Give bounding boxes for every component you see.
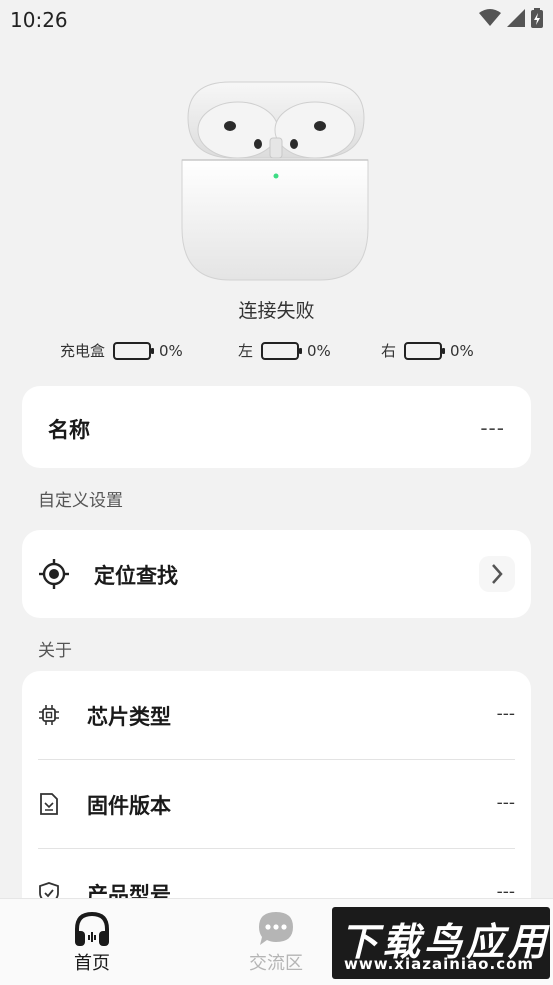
about-section-title: 关于 [38, 641, 72, 661]
custom-settings-section-title: 自定义设置 [38, 491, 123, 511]
battery-charging-icon [531, 8, 543, 28]
name-card[interactable]: 名称 --- [22, 386, 531, 468]
status-icons [479, 8, 543, 28]
locate-find-label: 定位查找 [94, 564, 178, 588]
nav-tab-community[interactable]: 交流区 [216, 899, 336, 985]
battery-left-label: 左 [238, 342, 254, 360]
connection-status: 连接失败 [238, 300, 315, 322]
battery-case-percent: 0% [159, 341, 183, 360]
name-label: 名称 [48, 418, 90, 442]
status-bar: 10:26 [0, 0, 553, 40]
about-row-chip-type[interactable]: 芯片类型 --- [22, 671, 531, 760]
nav-tab-home[interactable]: 首页 [32, 899, 152, 985]
nav-label: 首页 [74, 953, 110, 974]
watermark-url: www.xiazainiao.com [344, 955, 535, 973]
battery-case-label: 充电盒 [60, 342, 106, 360]
firmware-doc-icon [40, 793, 58, 815]
about-value: --- [496, 793, 515, 813]
battery-icon [261, 341, 303, 360]
battery-left-percent: 0% [307, 341, 331, 360]
signal-icon [507, 9, 525, 27]
chevron-right-icon [479, 556, 515, 592]
locate-find-item[interactable]: 定位查找 [22, 530, 531, 618]
headphones-icon [75, 911, 109, 946]
about-row-firmware-version[interactable]: 固件版本 --- [22, 760, 531, 849]
wifi-icon [479, 9, 501, 26]
battery-left: 左 0% [238, 340, 331, 361]
battery-case: 充电盒 0% [60, 340, 183, 361]
battery-right-percent: 0% [450, 341, 474, 360]
about-value: --- [496, 704, 515, 724]
battery-right: 右 0% [381, 340, 474, 361]
nav-label: 交流区 [249, 953, 303, 974]
watermark-logo: 下载鸟应用 www.xiazainiao.com [332, 907, 550, 979]
about-label: 芯片类型 [87, 705, 171, 729]
status-time: 10:26 [10, 8, 68, 32]
name-value: --- [480, 416, 505, 440]
battery-row: 充电盒 0% 左 0% 右 0% [0, 340, 553, 366]
crosshair-icon [39, 559, 69, 589]
battery-icon [113, 341, 155, 360]
chip-icon [39, 705, 59, 725]
about-card: 芯片类型 --- 固件版本 --- 产品型号 --- [22, 671, 531, 931]
chat-bubble-icon [259, 912, 293, 945]
battery-icon [404, 341, 446, 360]
battery-right-label: 右 [381, 342, 397, 360]
about-label: 固件版本 [87, 794, 171, 818]
airpods-case-illustration [181, 81, 369, 281]
